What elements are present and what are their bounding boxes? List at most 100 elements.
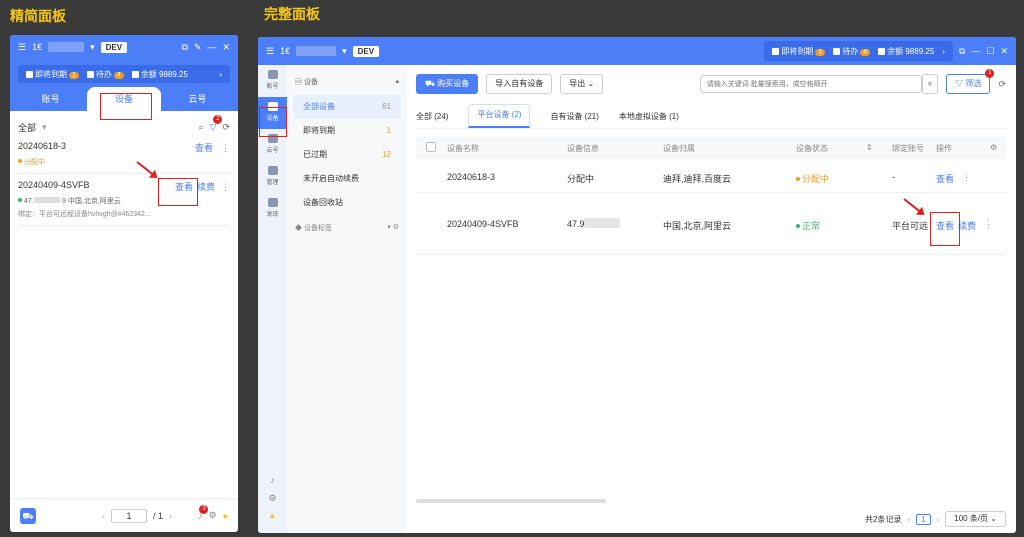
- tab-own[interactable]: 自有设备 (21): [550, 111, 598, 128]
- sort-icon[interactable]: ⇕: [866, 143, 873, 152]
- filter-all[interactable]: 全部: [18, 121, 36, 134]
- minimize-icon[interactable]: —: [207, 42, 216, 52]
- expiring-label: 即将到期: [35, 69, 67, 79]
- tab-local[interactable]: 本地虚拟设备 (1): [619, 111, 679, 128]
- buy-device-button[interactable]: ⛟ 购买设备: [416, 74, 479, 94]
- table-row[interactable]: 20240409-4SVFB 47.9 中国,北京,阿里云 正常 平台可远 查看…: [416, 193, 1006, 255]
- pin-icon[interactable]: ✎: [194, 42, 202, 53]
- sidebar-label: 云号: [266, 148, 279, 154]
- logo-icon: ☰: [18, 41, 27, 52]
- settings-icon[interactable]: ⚙: [258, 489, 287, 507]
- cart-icon[interactable]: ⛟: [20, 507, 36, 524]
- bell-icon[interactable]: ♪: [258, 471, 287, 489]
- dev-badge: DEV: [100, 41, 128, 53]
- tag-settings-icon[interactable]: ▾ ⚙: [387, 223, 399, 233]
- horizontal-scrollbar[interactable]: [416, 499, 606, 503]
- category-item[interactable]: 设备回收站: [293, 191, 401, 215]
- coin-icon[interactable]: ●: [223, 511, 228, 521]
- chevron-down-icon[interactable]: ▾: [342, 46, 347, 57]
- page-input[interactable]: 1: [110, 508, 147, 523]
- next-page-icon[interactable]: ›: [169, 511, 172, 521]
- device-name: 20240618-3: [18, 141, 67, 151]
- sidebar-item-account[interactable]: 账号: [258, 65, 287, 97]
- device-ip: 47.: [24, 198, 34, 205]
- device-info: 分配中: [567, 174, 595, 184]
- column-settings-icon[interactable]: ⚙: [990, 143, 997, 152]
- full-title-bar: ☰ 1€ ▾ DEV 即将到期 1 待办 4 余额 9889.25 › ⧉ — ☐ …: [258, 37, 1016, 65]
- simple-panel-label: 精简面板: [10, 9, 66, 25]
- category-count: 1: [386, 126, 391, 135]
- sidebar-item-manage[interactable]: 管理: [258, 161, 287, 193]
- category-count: 12: [382, 150, 391, 159]
- category-item[interactable]: 已过期 12: [293, 143, 401, 167]
- import-device-button[interactable]: 导入自有设备: [486, 74, 553, 94]
- export-button[interactable]: 导出 ⌄: [560, 74, 604, 94]
- sidebar-item-discover[interactable]: 发现: [258, 193, 287, 225]
- more-icon[interactable]: ⋮: [221, 143, 230, 153]
- chevron-right-icon: ›: [219, 69, 222, 79]
- category-item[interactable]: 即将到期 1: [293, 119, 401, 143]
- close-icon[interactable]: ✕: [222, 42, 230, 53]
- main-content: ⛟ 购买设备 导入自有设备 导出 ⌄ ⌕ ▽ 筛选1 ⟳ 全部 (24) 平台设…: [416, 69, 1006, 533]
- tab-all[interactable]: 全部 (24): [416, 111, 448, 128]
- page-size-select[interactable]: 100 条/页 ⌄: [945, 511, 1006, 527]
- category-list: ▤ 设备 ▴ 全部设备 61 即将到期 1 已过期 12 未开启自动续费 设备回收站 ◆…: [287, 65, 407, 533]
- export-label: 导出: [569, 79, 586, 88]
- search-icon[interactable]: ⌕: [198, 122, 203, 133]
- account-mask: [48, 42, 85, 52]
- category-count: 61: [382, 102, 391, 111]
- more-icon[interactable]: ⋮: [962, 172, 971, 183]
- table-row[interactable]: 20240618-3 分配中 迪拜,迪拜,百度云 分配中 - 查看 ⋮: [416, 159, 1006, 193]
- device-name: 20240409-4SVFB: [18, 180, 90, 190]
- search-icon[interactable]: ⌕: [921, 74, 939, 94]
- stats-bar[interactable]: 即将到期 1 待办 4 余额 9889.25 ›: [18, 65, 230, 83]
- search-input[interactable]: [699, 75, 922, 93]
- category-name: 即将到期: [303, 126, 335, 135]
- device-group-icon: ▤: [295, 79, 304, 86]
- pending-label: 待办: [95, 69, 112, 79]
- filter-button[interactable]: ▽ 筛选 1: [946, 69, 995, 94]
- chevron-up-icon[interactable]: ▴: [395, 77, 399, 87]
- list-item[interactable]: 20240618-3 查看 ⋮ 分配中: [18, 135, 230, 174]
- category-header: 设备: [303, 79, 318, 86]
- select-all-checkbox[interactable]: [426, 142, 436, 152]
- close-icon[interactable]: ✕: [1000, 46, 1008, 57]
- bell-icon[interactable]: ♪ 3: [198, 504, 209, 521]
- settings-icon[interactable]: ⚙: [208, 510, 216, 521]
- prev-page-icon[interactable]: ‹: [907, 515, 910, 524]
- category-item[interactable]: 全部设备 61: [293, 95, 401, 119]
- view-link[interactable]: 查看: [936, 172, 954, 185]
- more-icon[interactable]: ⋮: [984, 219, 993, 230]
- list-item[interactable]: 20240409-4SVFB 查看 续费 ⋮ 47. ·9 中国,北京,阿里云 绑定：平…: [18, 174, 230, 226]
- refresh-icon[interactable]: ⟳: [222, 122, 230, 133]
- filter-icon[interactable]: ▽ 2: [210, 114, 223, 133]
- chevron-down-icon[interactable]: ▾: [90, 42, 95, 53]
- account-name[interactable]: 1€: [280, 46, 290, 56]
- category-name: 已过期: [303, 150, 327, 159]
- refresh-icon[interactable]: ⟳: [998, 79, 1006, 90]
- tab-platform[interactable]: 平台设备 (2): [468, 104, 531, 128]
- switch-panel-icon[interactable]: ⧉: [959, 46, 965, 57]
- category-item[interactable]: 未开启自动续费: [293, 167, 401, 191]
- renew-link[interactable]: 续费: [958, 219, 976, 232]
- prev-page-icon[interactable]: ‹: [102, 511, 105, 521]
- view-link[interactable]: 查看: [195, 143, 213, 153]
- minimize-icon[interactable]: —: [971, 46, 980, 56]
- account-name[interactable]: 1€: [32, 42, 42, 52]
- maximize-icon[interactable]: ☐: [986, 46, 994, 57]
- device-owner: 迪拜,迪拜,百度云: [663, 174, 732, 184]
- renew-link[interactable]: 续费: [197, 182, 215, 192]
- stats-bar[interactable]: 即将到期 1 待办 4 余额 9889.25 ›: [764, 41, 953, 61]
- next-page-icon[interactable]: ›: [937, 515, 940, 524]
- tab-account[interactable]: 账号: [14, 87, 87, 111]
- switch-panel-icon[interactable]: ⧉: [181, 42, 187, 53]
- chevron-down-icon[interactable]: ▾: [42, 122, 47, 133]
- tab-cloud[interactable]: 云号: [161, 87, 234, 111]
- more-icon[interactable]: ⋮: [221, 182, 230, 192]
- coin-icon[interactable]: ●: [258, 507, 287, 525]
- balance-label: 余额 9889.25: [140, 69, 188, 79]
- sidebar-label: 管理: [266, 180, 279, 186]
- page-number[interactable]: 1: [916, 513, 931, 525]
- device-name: 20240618-3: [447, 172, 496, 182]
- pending-label: 待办: [842, 46, 859, 56]
